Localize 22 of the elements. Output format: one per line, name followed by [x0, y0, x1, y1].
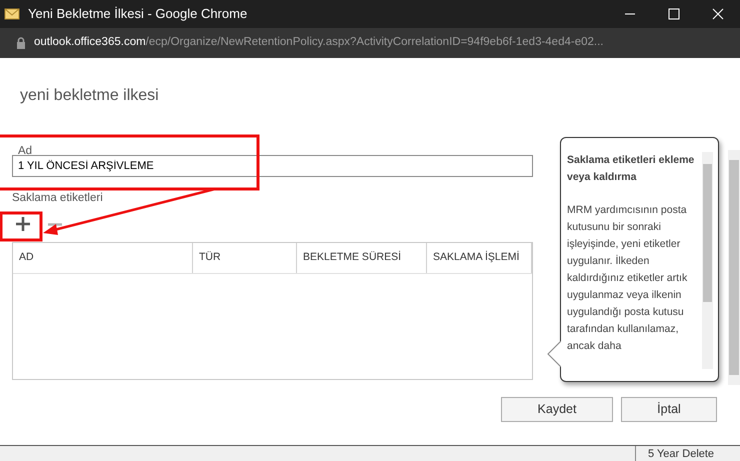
column-header[interactable]: SAKLAMA İŞLEMİ — [427, 243, 532, 273]
plus-icon — [15, 216, 31, 232]
field-label: Ad — [18, 145, 32, 157]
maximize-icon — [668, 8, 680, 20]
lock-icon — [16, 37, 26, 49]
save-button[interactable]: Kaydet — [501, 397, 613, 422]
help-title: Saklama etiketleri ekleme veya kaldırma — [567, 153, 696, 185]
help-text: MRM yardımcısının posta kutusunu bir sonraki işleyişinde, yeni etiketler uygulanır. İlkeden kaldırdığınız etiketler artık uygulanmaz veya ilkenin uygulandığı posta kutusu tarafından kullanılamaz, ancak daha — [567, 203, 688, 354]
minus-icon — [47, 222, 63, 226]
scrollbar[interactable] — [702, 152, 713, 369]
dialog-heading: yeni bekletme ilkesi — [19, 86, 160, 106]
window-title: Yeni Bekletme İlkesi - Google Chrome — [28, 5, 248, 24]
column-header[interactable]: BEKLETME SÜRESİ — [297, 243, 427, 273]
cancel-button[interactable]: İptal — [621, 397, 717, 422]
mail-icon — [4, 7, 20, 21]
tags-label: Saklama etiketleri — [12, 192, 103, 204]
close-icon — [712, 8, 724, 20]
scrollbar[interactable] — [728, 150, 740, 385]
column-header[interactable]: TÜR — [193, 243, 297, 273]
annotation-highlight — [0, 212, 42, 242]
list-item-text: 5 Year Delete — [647, 447, 714, 461]
column-header[interactable]: AD — [13, 243, 193, 273]
